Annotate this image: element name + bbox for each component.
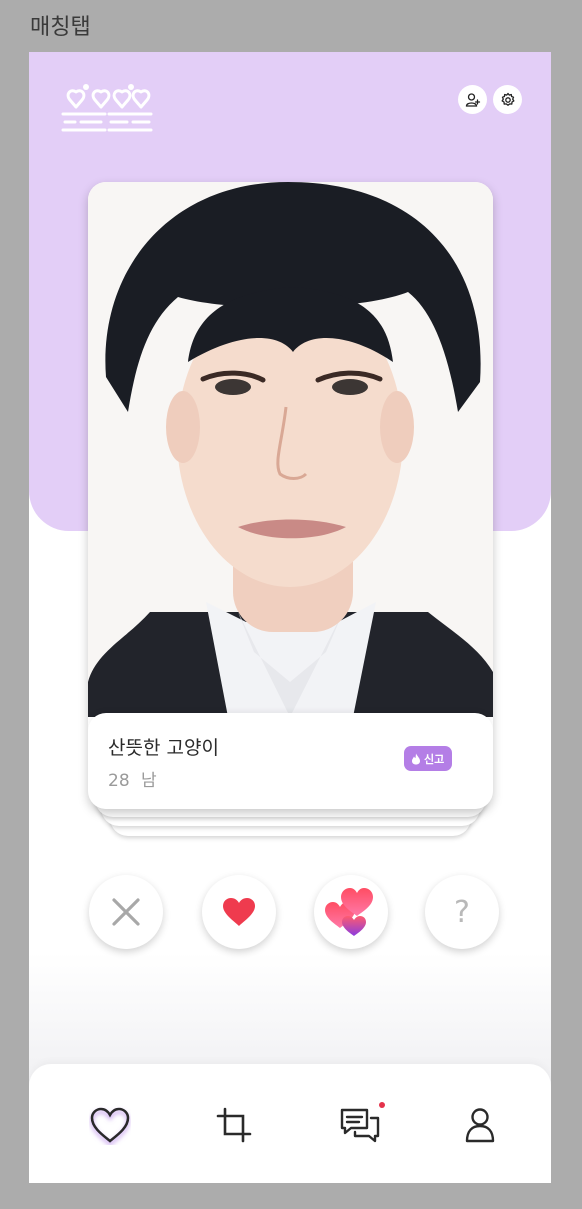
profile-photo — [88, 182, 493, 717]
fire-icon — [412, 753, 420, 764]
nav-matching[interactable] — [87, 1102, 133, 1148]
nickname: 산뜻한 고양이 — [108, 737, 219, 759]
crop-icon — [216, 1107, 252, 1143]
report-label: 신고 — [424, 752, 445, 766]
add-user-icon — [465, 92, 480, 107]
double-heart-icon — [325, 888, 373, 936]
profile-meta: 28 남 — [108, 766, 157, 791]
gender: 남 — [141, 771, 157, 791]
bottom-navigation — [29, 1064, 551, 1183]
chat-icon — [340, 1108, 380, 1143]
super-like-button[interactable] — [314, 875, 388, 949]
gear-icon — [501, 92, 514, 106]
age: 28 — [108, 771, 130, 791]
frame-label: 매칭탭 — [30, 15, 91, 40]
close-icon — [112, 898, 140, 926]
pass-button[interactable] — [89, 875, 163, 949]
nav-profile[interactable] — [457, 1102, 503, 1148]
settings-button[interactable] — [493, 85, 522, 114]
phone-screen: 산뜻한 고양이 28 남 신고 ? — [29, 52, 551, 1183]
profile-button[interactable] — [458, 85, 487, 114]
heart-icon — [223, 898, 255, 926]
profile-info: 산뜻한 고양이 28 남 신고 — [88, 713, 493, 809]
report-button[interactable]: 신고 — [404, 746, 453, 771]
couple-hearts-logo — [61, 84, 153, 132]
help-label: ? — [454, 894, 470, 930]
heart-outline-icon — [90, 1107, 130, 1143]
profile-card[interactable]: 산뜻한 고양이 28 남 신고 — [88, 182, 493, 809]
chat-notification-dot — [379, 1102, 385, 1108]
nav-chat[interactable] — [337, 1102, 385, 1148]
like-button[interactable] — [202, 875, 276, 949]
user-icon — [465, 1108, 495, 1143]
nav-crop[interactable] — [211, 1102, 257, 1148]
help-button[interactable]: ? — [425, 875, 499, 949]
